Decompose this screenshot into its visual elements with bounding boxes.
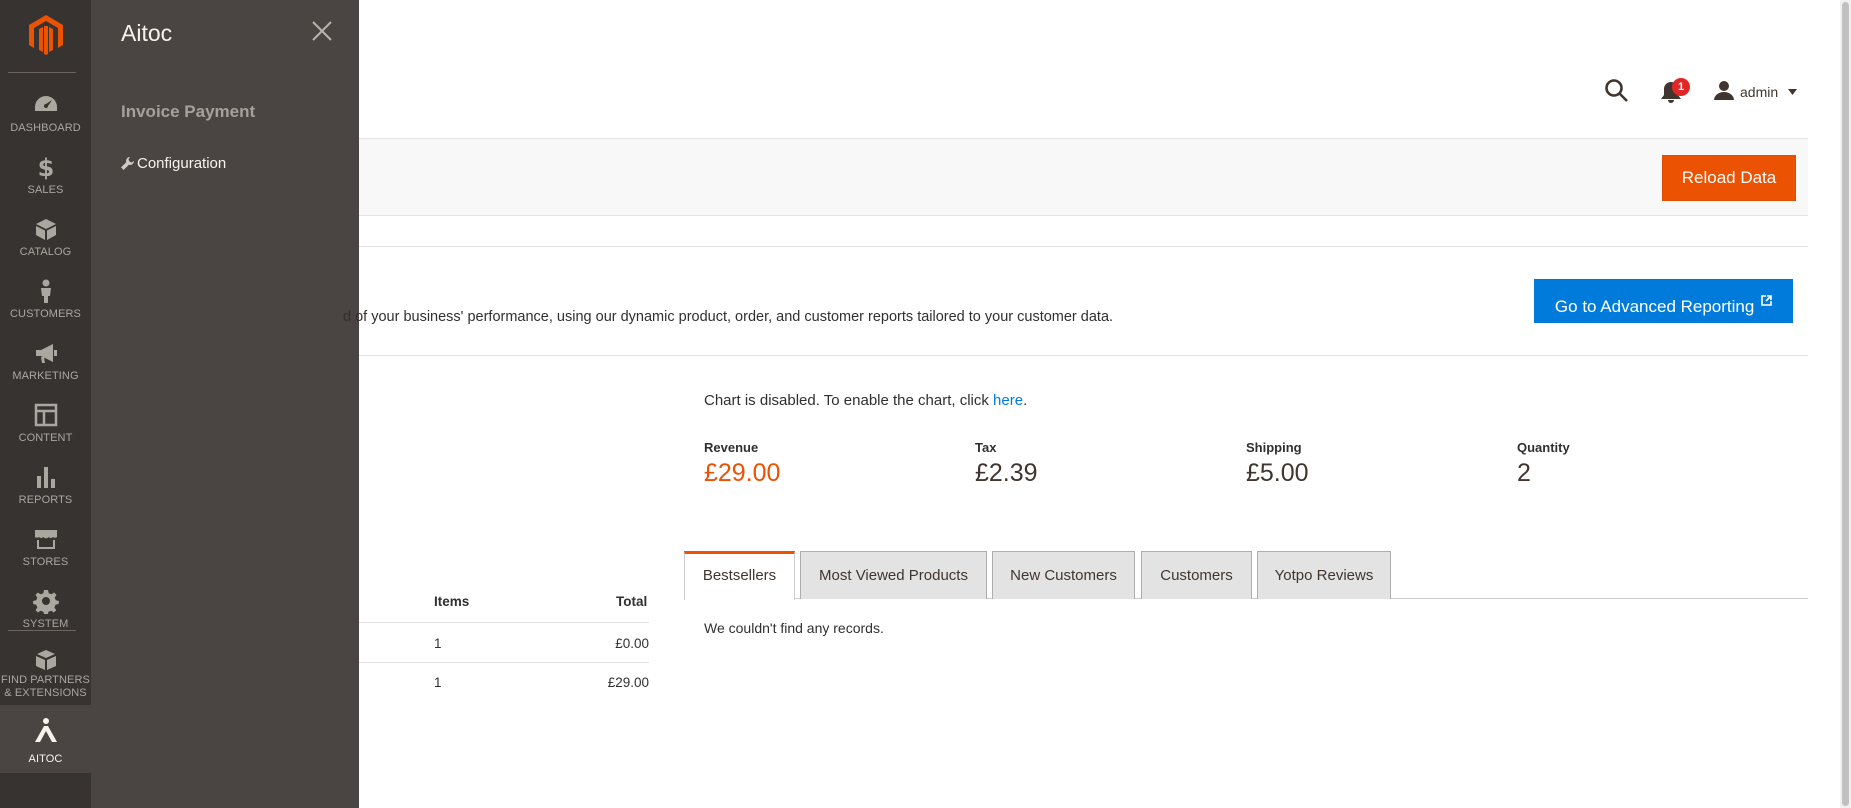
aitoc-submenu: Aitoc Invoice Payment Configuration <box>91 0 359 808</box>
metric-value: £29.00 <box>704 459 781 487</box>
nav-marketing[interactable]: MARKETING <box>0 332 91 394</box>
admin-user-menu[interactable]: admin <box>1714 80 1798 104</box>
nav-stores[interactable]: STORES <box>0 518 91 580</box>
table-cell-items: 1 <box>434 636 442 651</box>
section-divider <box>359 246 1808 247</box>
column-header-items: Items <box>434 594 470 609</box>
chart-disabled-message: Chart is disabled. To enable the chart, … <box>704 392 1027 409</box>
column-header-total: Total <box>616 594 648 609</box>
submenu-item-configuration[interactable]: Configuration <box>121 155 226 174</box>
table-row-divider <box>359 662 649 663</box>
metric-label: Revenue <box>704 440 759 455</box>
nav-customers[interactable]: CUSTOMERS <box>0 270 91 332</box>
nav-catalog-label: CATALOG <box>19 246 72 258</box>
nav-catalog[interactable]: CATALOG <box>0 208 91 270</box>
megaphone-icon <box>33 340 59 366</box>
gear-icon <box>33 588 59 614</box>
dashboard-icon <box>33 92 59 118</box>
nav-find-partners-label: FIND PARTNERS & EXTENSIONS <box>0 674 91 700</box>
tab-customers[interactable]: Customers <box>1141 551 1252 599</box>
table-cell-total: £29.00 <box>607 675 649 690</box>
dollar-icon: $ <box>33 154 59 182</box>
boxes-icon <box>33 648 59 674</box>
magento-logo-icon[interactable] <box>27 14 65 56</box>
close-icon[interactable] <box>311 20 333 42</box>
metric-tax: Tax £2.39 <box>975 440 1038 488</box>
metric-value: 2 <box>1517 459 1531 487</box>
table-row-divider <box>359 622 649 623</box>
submenu-group-invoice-payment: Invoice Payment <box>121 102 256 121</box>
svg-text:$: $ <box>38 154 55 180</box>
nav-sales-label: SALES <box>27 184 64 196</box>
store-icon <box>33 526 59 552</box>
advanced-reporting-label: Go to Advanced Reporting <box>1554 297 1755 316</box>
wrench-icon <box>121 157 134 174</box>
go-to-advanced-reporting-button[interactable]: Go to Advanced Reporting <box>1534 279 1793 323</box>
menu-divider <box>8 72 76 73</box>
admin-username: admin <box>1740 84 1779 100</box>
metric-revenue: Revenue £29.00 <box>704 440 780 488</box>
metric-quantity: Quantity 2 <box>1517 440 1570 488</box>
person-icon <box>33 278 59 304</box>
search-icon[interactable] <box>1604 78 1630 104</box>
nav-reports-label: REPORTS <box>18 494 73 506</box>
external-link-icon <box>1761 279 1772 323</box>
advanced-reporting-description: d of your business' performance, using o… <box>343 309 1114 325</box>
metric-label: Tax <box>975 440 997 455</box>
nav-stores-label: STORES <box>22 556 69 568</box>
metric-label: Quantity <box>1517 440 1570 455</box>
metric-value: £5.00 <box>1246 459 1309 487</box>
user-avatar-icon <box>1714 80 1734 103</box>
table-cell-total: £0.00 <box>615 636 649 651</box>
configuration-label: Configuration <box>137 155 227 172</box>
layout-icon <box>33 402 59 428</box>
nav-dashboard[interactable]: DASHBOARD <box>0 84 91 146</box>
notification-count-badge: 1 <box>1672 78 1690 96</box>
nav-customers-label: CUSTOMERS <box>10 308 81 320</box>
submenu-title: Aitoc <box>121 20 173 46</box>
table-cell-items: 1 <box>434 675 442 690</box>
nav-find-partners-line2: & EXTENSIONS <box>4 687 87 699</box>
nav-marketing-label: MARKETING <box>12 370 79 382</box>
bar-chart-icon <box>33 464 59 490</box>
chart-message-suffix: . <box>1023 392 1028 409</box>
nav-content-label: CONTENT <box>18 432 73 444</box>
box-icon <box>33 216 59 242</box>
nav-reports[interactable]: REPORTS <box>0 456 91 518</box>
metric-shipping: Shipping £5.00 <box>1246 440 1309 488</box>
tab-yotpo-reviews[interactable]: Yotpo Reviews <box>1257 551 1391 599</box>
metric-value: £2.39 <box>975 459 1038 487</box>
no-records-message: We couldn't find any records. <box>704 620 884 636</box>
menu-divider <box>8 630 76 631</box>
nav-dashboard-label: DASHBOARD <box>10 122 81 134</box>
nav-content[interactable]: CONTENT <box>0 394 91 456</box>
nav-find-partners[interactable]: FIND PARTNERS & EXTENSIONS <box>0 640 91 704</box>
chevron-down-icon <box>1788 82 1798 98</box>
admin-menu: DASHBOARD $ SALES CATALOG CUSTOMERS MARK… <box>0 0 91 808</box>
enable-chart-link[interactable]: here <box>993 392 1023 409</box>
chart-message-text: Chart is disabled. To enable the chart, … <box>704 392 994 409</box>
scrollbar-thumb[interactable] <box>1842 2 1849 806</box>
tab-most-viewed-products[interactable]: Most Viewed Products <box>800 551 987 599</box>
page-scrollbar[interactable] <box>1840 0 1851 808</box>
nav-aitoc[interactable]: AITOC <box>0 705 91 773</box>
nav-sales[interactable]: $ SALES <box>0 146 91 208</box>
metric-label: Shipping <box>1246 440 1302 455</box>
nav-system[interactable]: SYSTEM <box>0 580 91 642</box>
tab-new-customers[interactable]: New Customers <box>992 551 1135 599</box>
nav-find-partners-line1: FIND PARTNERS <box>1 674 90 686</box>
tab-bestsellers[interactable]: Bestsellers <box>684 551 795 600</box>
page-actions-bar <box>359 138 1808 216</box>
aitoc-icon <box>33 717 59 743</box>
nav-aitoc-label: AITOC <box>28 753 63 765</box>
section-divider <box>359 355 1808 356</box>
reload-data-button[interactable]: Reload Data <box>1662 155 1796 201</box>
